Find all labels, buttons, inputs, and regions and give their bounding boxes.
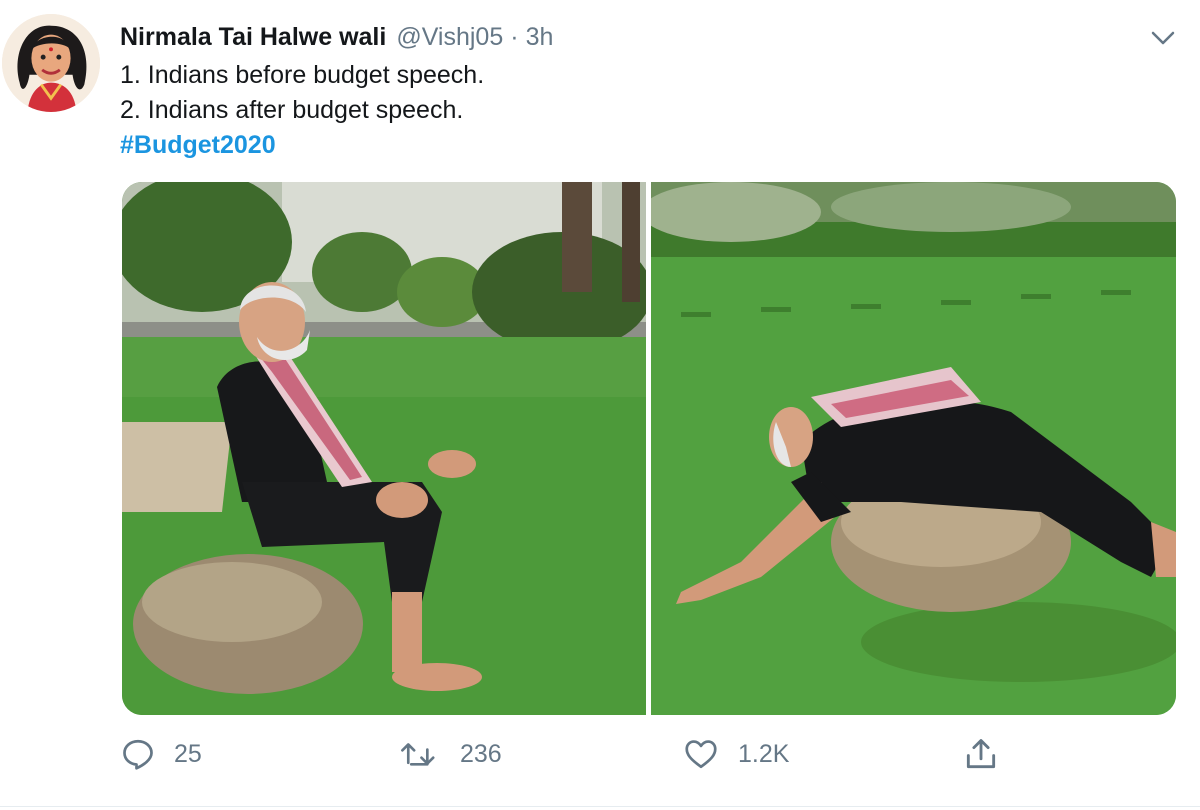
user-avatar[interactable]: [2, 14, 100, 112]
reply-button[interactable]: 25: [120, 732, 202, 776]
tweet-actions: 25 236 1.2K: [120, 732, 1020, 776]
author-handle[interactable]: @Vishj05: [396, 23, 503, 52]
media-photo-left[interactable]: [122, 182, 646, 715]
tweet-media-grid: [122, 182, 1176, 715]
share-button[interactable]: [962, 732, 1000, 776]
author-display-name[interactable]: Nirmala Tai Halwe wali: [120, 23, 386, 52]
retweet-button[interactable]: 236: [398, 732, 502, 776]
tweet-card[interactable]: Nirmala Tai Halwe wali @Vishj05 · 3h 1. …: [0, 0, 1200, 810]
retweet-count: 236: [460, 739, 502, 768]
photo-man-lying-on-rock-icon: [651, 182, 1176, 715]
header-separator: ·: [510, 22, 519, 51]
tweet-divider: [0, 806, 1200, 807]
photo-man-sitting-on-rock-icon: [122, 182, 646, 715]
tweet-header: Nirmala Tai Halwe wali @Vishj05 · 3h: [120, 20, 553, 54]
share-icon: [966, 739, 996, 769]
media-photo-right[interactable]: [651, 182, 1176, 715]
tweet-text: 1. Indians before budget speech. 2. Indi…: [120, 58, 484, 163]
caricature-avatar-icon: [2, 14, 100, 112]
reply-count: 25: [174, 739, 202, 768]
chevron-down-icon: [1151, 31, 1175, 45]
like-button[interactable]: 1.2K: [682, 732, 789, 776]
tweet-menu-button[interactable]: [1146, 26, 1180, 50]
reply-icon: [123, 739, 153, 770]
tweet-timestamp[interactable]: 3h: [526, 23, 554, 52]
tweet-text-line: 1. Indians before budget speech.: [120, 61, 485, 89]
heart-icon: [685, 740, 717, 769]
hashtag-link[interactable]: #Budget2020: [120, 128, 484, 163]
retweet-icon: [401, 743, 435, 766]
tweet-text-line: 2. Indians after budget speech.: [120, 96, 464, 124]
like-count: 1.2K: [738, 739, 790, 768]
